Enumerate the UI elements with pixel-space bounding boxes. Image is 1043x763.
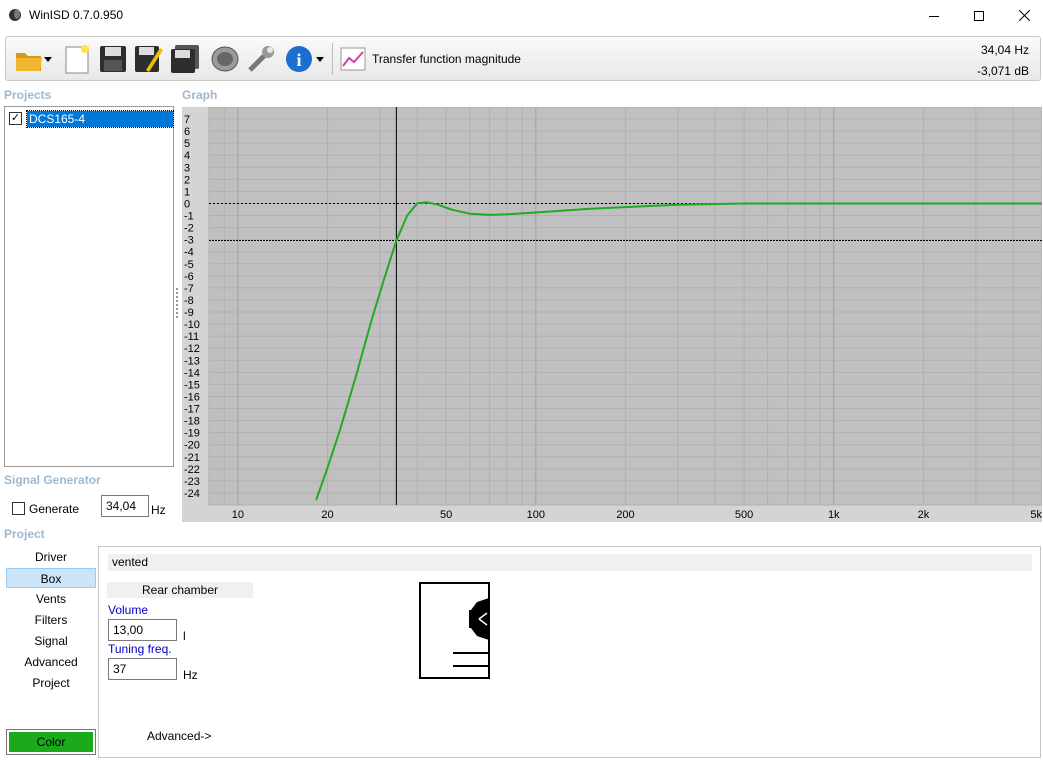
y-tick-label: -6 — [184, 271, 194, 283]
rear-chamber-header: Rear chamber — [107, 582, 253, 598]
y-tick-label: -18 — [184, 416, 200, 428]
cursor-level-readout: -3,071 dB — [976, 64, 1029, 78]
box-diagram — [419, 582, 491, 679]
y-tick-label: -10 — [184, 319, 200, 331]
color-button-label: Color — [9, 732, 93, 752]
projects-list[interactable]: ✓ DCS165-4 — [4, 106, 174, 467]
projects-section-label: Projects — [4, 88, 52, 102]
y-tick-label: 0 — [184, 198, 190, 210]
nav-vents[interactable]: Vents — [6, 589, 96, 609]
splitter-handle[interactable] — [176, 288, 178, 318]
y-tick-label: -23 — [184, 476, 200, 488]
toolbar-separator — [332, 43, 333, 75]
y-tick-label: 1 — [184, 186, 190, 198]
y-tick-label: -4 — [184, 247, 194, 259]
window-title: WinISD 0.7.0.950 — [29, 8, 124, 22]
generator-frequency-input[interactable] — [101, 495, 149, 517]
nav-filters[interactable]: Filters — [6, 610, 96, 630]
volume-label: Volume — [108, 603, 149, 617]
nav-project[interactable]: Project — [6, 673, 96, 693]
nav-signal[interactable]: Signal — [6, 631, 96, 651]
svg-text:i: i — [296, 50, 301, 70]
y-tick-label: -14 — [184, 367, 200, 379]
volume-unit: l — [183, 629, 186, 643]
open-folder-icon[interactable] — [12, 41, 46, 77]
cursor-frequency-readout: 34,04 Hz — [980, 43, 1029, 57]
x-tick-label: 20 — [321, 509, 333, 521]
minimize-button[interactable] — [911, 0, 957, 31]
y-tick-label: 6 — [184, 126, 190, 138]
graph-section-label: Graph — [182, 88, 218, 102]
x-tick-label: 10 — [232, 509, 244, 521]
graph-type-label[interactable]: Transfer function magnitude — [372, 52, 521, 66]
y-tick-label: -8 — [184, 295, 194, 307]
y-tick-label: -15 — [184, 379, 200, 391]
maximize-button[interactable] — [956, 0, 1002, 31]
close-button[interactable] — [1001, 0, 1043, 31]
y-tick-label: -17 — [184, 404, 200, 416]
y-tick-label: -3 — [184, 235, 194, 247]
nav-driver[interactable]: Driver — [6, 547, 96, 567]
y-tick-label: -9 — [184, 307, 194, 319]
x-tick-label: 5k — [1030, 509, 1042, 521]
title-bar: WinISD 0.7.0.950 — [0, 0, 1043, 31]
y-tick-label: -22 — [184, 464, 200, 476]
driver-speaker-icon[interactable] — [208, 41, 242, 77]
y-tick-label: -20 — [184, 440, 200, 452]
y-tick-label: -12 — [184, 343, 200, 355]
toolbar: i Transfer function magnitude 34,04 Hz -… — [5, 36, 1041, 81]
new-document-icon[interactable] — [60, 41, 94, 77]
transfer-function-graph[interactable]: 7 6 5 4 3 2 1 0 -1 -2 -3 -4 -5 -6 -7 -8 -9 -10 -11 -12 -13 -1… — [182, 106, 1043, 522]
y-tick-label: -16 — [184, 391, 200, 403]
signal-generator-section-label: Signal Generator — [4, 473, 101, 487]
x-tick-label: 2k — [918, 509, 930, 521]
y-tick-label: -11 — [184, 331, 199, 343]
tuning-freq-unit: Hz — [183, 668, 198, 682]
save-edit-icon[interactable] — [132, 41, 166, 77]
y-tick-label: -5 — [184, 259, 194, 271]
y-tick-label: 4 — [184, 150, 190, 162]
box-panel — [98, 546, 1041, 758]
y-tick-label: -21 — [184, 452, 200, 464]
nav-box[interactable]: Box — [6, 568, 96, 588]
info-icon[interactable]: i — [282, 41, 316, 77]
app-icon — [8, 8, 22, 22]
y-tick-label: -7 — [184, 283, 194, 295]
project-section-label: Project — [4, 527, 45, 541]
x-tick-label: 50 — [440, 509, 452, 521]
y-tick-label: 2 — [184, 174, 190, 186]
y-tick-label: -24 — [184, 488, 200, 500]
color-button[interactable]: Color — [6, 729, 96, 755]
tuning-freq-input[interactable] — [108, 658, 177, 680]
x-tick-label: 100 — [527, 509, 545, 521]
project-item[interactable]: DCS165-4 — [26, 110, 174, 128]
generate-checkbox[interactable] — [12, 502, 25, 515]
save-icon[interactable] — [96, 41, 130, 77]
volume-input[interactable] — [108, 619, 177, 641]
box-type-selector[interactable]: vented — [108, 554, 1032, 571]
generator-frequency-unit: Hz — [151, 503, 166, 517]
save-as-icon[interactable] — [168, 41, 202, 77]
x-tick-label: 200 — [616, 509, 634, 521]
y-tick-label: 3 — [184, 162, 190, 174]
y-tick-label: -19 — [184, 428, 200, 440]
y-tick-label: -13 — [184, 355, 200, 367]
y-tick-label: 7 — [184, 114, 190, 126]
x-tick-label: 1k — [828, 509, 840, 521]
project-checkbox[interactable]: ✓ — [9, 112, 22, 125]
nav-advanced[interactable]: Advanced — [6, 652, 96, 672]
y-tick-label: -1 — [184, 211, 194, 223]
x-tick-label: 500 — [735, 509, 753, 521]
advanced-link[interactable]: Advanced-> — [147, 729, 211, 743]
tuning-freq-label: Tuning freq. — [108, 642, 172, 656]
wrench-icon[interactable] — [244, 41, 278, 77]
y-tick-label: 5 — [184, 138, 190, 150]
y-tick-label: -2 — [184, 223, 194, 235]
dropdown-arrow-icon[interactable] — [314, 41, 326, 77]
dropdown-arrow-icon[interactable] — [42, 41, 54, 77]
graph-icon[interactable] — [336, 41, 370, 77]
generate-label: Generate — [29, 502, 80, 516]
